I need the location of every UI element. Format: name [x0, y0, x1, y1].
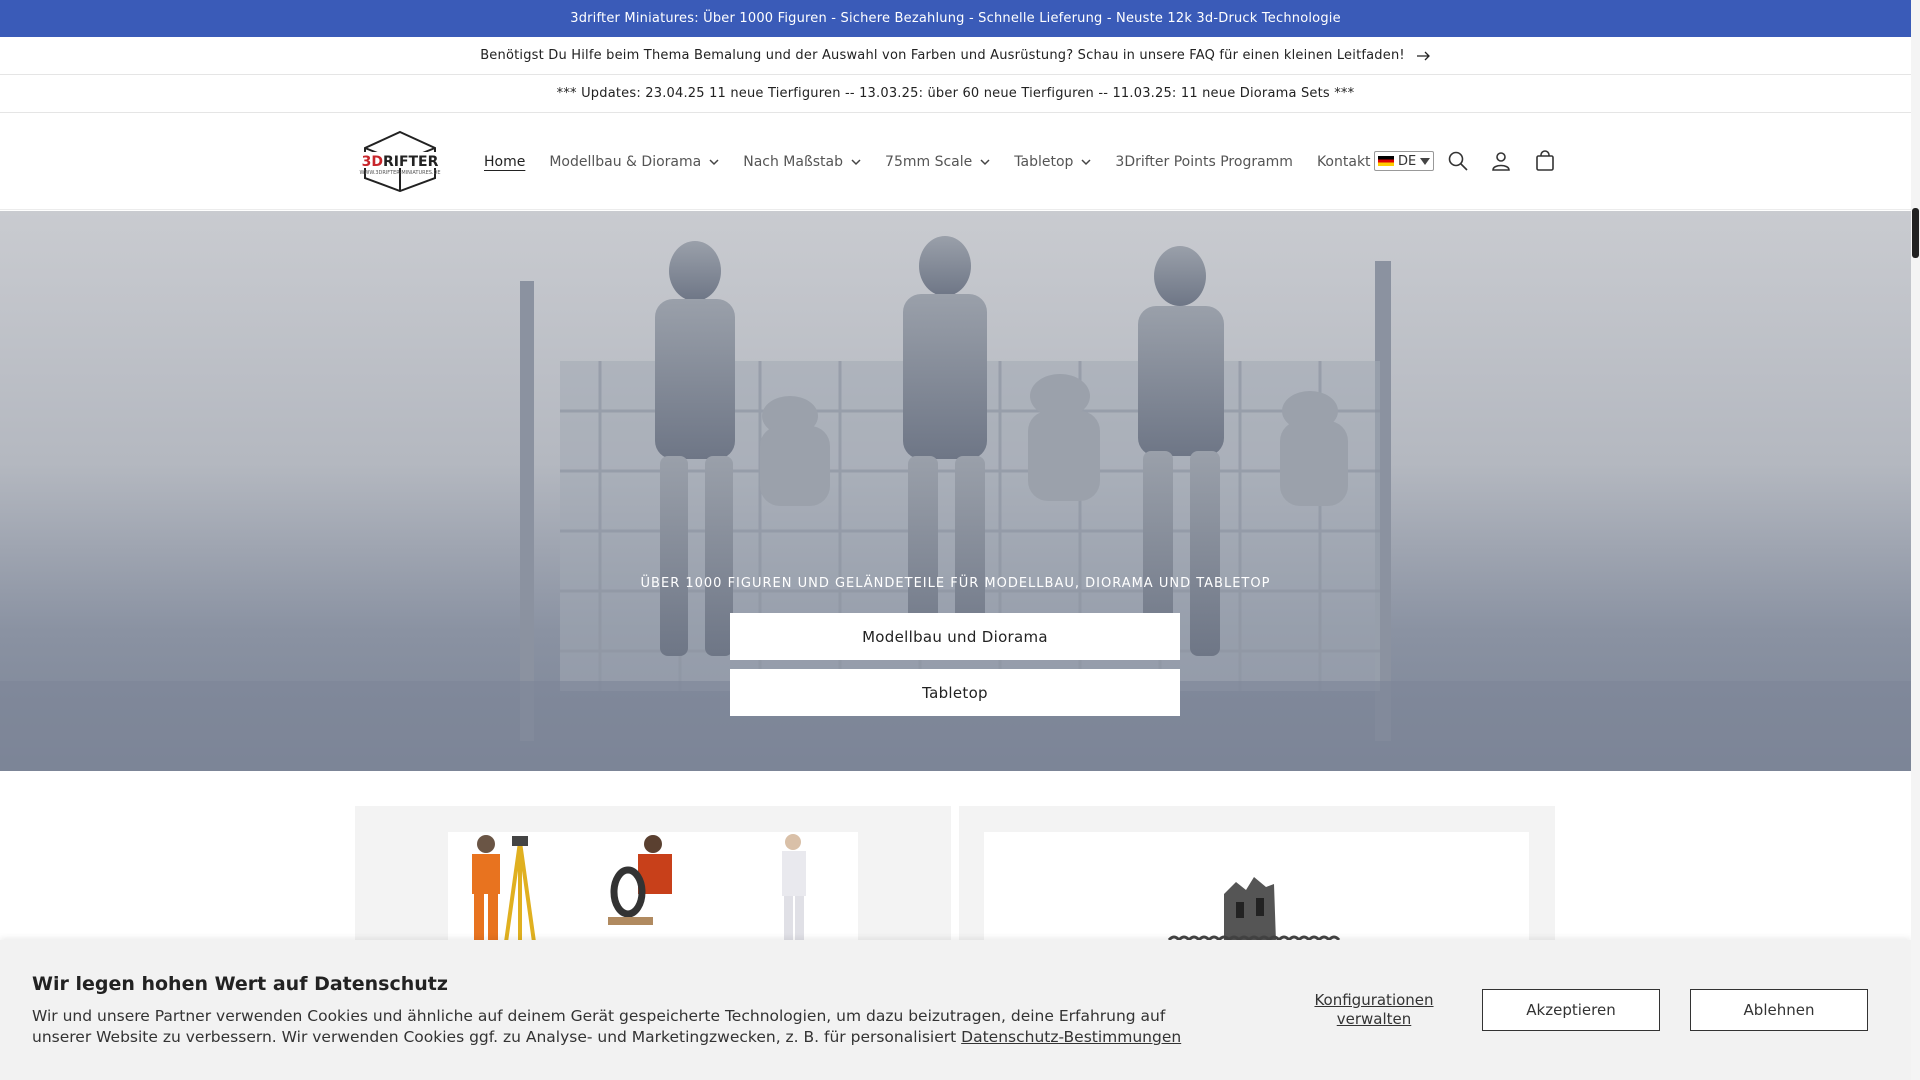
german-flag-icon [1378, 156, 1394, 166]
nav-item-kontakt[interactable]: Kontakt [1305, 142, 1383, 182]
account-icon [1492, 152, 1510, 171]
site-header: 3DRIFTER WWW.3DRIFTER-MINIATURES.DE Home… [0, 113, 1911, 210]
cookie-title: Wir legen hohen Wert auf Datenschutz [32, 973, 448, 995]
main-navigation: Home Modellbau & Diorama Nach Maßstab 75… [472, 113, 1383, 210]
nav-item-home[interactable]: Home [472, 142, 537, 182]
nav-label: Kontakt [1316, 153, 1371, 170]
announcement-bar-faq[interactable]: Benötigst Du Hilfe beim Thema Bemalung u… [0, 37, 1911, 75]
announcement-bar-top: 3drifter Miniatures: Über 1000 Figuren -… [0, 0, 1911, 37]
scrollbar-thumb[interactable] [1912, 208, 1919, 258]
logo-wordmark: 3DRIFTER [355, 154, 445, 170]
page: 3drifter Miniatures: Über 1000 Figuren -… [0, 0, 1911, 1080]
config-label-line2: verwalten [1336, 1010, 1412, 1028]
announcement-bar-updates: *** Updates: 23.04.25 11 neue Tierfigure… [0, 75, 1911, 113]
nav-label: Modellbau & Diorama [549, 153, 702, 170]
cart-icon [1536, 150, 1554, 171]
nav-label: 3Drifter Points Programm [1115, 153, 1293, 170]
logo-wordmark-red: 3D [361, 154, 383, 170]
language-selector[interactable]: DE [1374, 151, 1434, 171]
nav-label: 75mm Scale [885, 153, 973, 170]
arrow-right-icon [1416, 51, 1430, 60]
logo-wordmark-rest: RIFTER [382, 154, 439, 170]
nav-item-75mm-scale[interactable]: 75mm Scale [873, 142, 1002, 182]
nav-item-points-programm[interactable]: 3Drifter Points Programm [1103, 142, 1305, 182]
cookie-description: Wir und unsere Partner verwenden Cookies… [32, 1006, 1212, 1048]
config-label-line1: Konfigurationen [1314, 991, 1434, 1009]
chevron-down-icon [1081, 158, 1091, 165]
nav-label: Tabletop [1014, 153, 1074, 170]
caret-down-icon [1420, 157, 1431, 165]
nav-label: Home [484, 153, 526, 170]
reject-cookies-button[interactable]: Ablehnen [1690, 989, 1868, 1031]
announcement-text: 3drifter Miniatures: Über 1000 Figuren -… [570, 11, 1341, 26]
tabletop-button[interactable]: Tabletop [730, 669, 1180, 716]
manage-configurations-link[interactable]: Konfigurationen verwalten [1300, 991, 1448, 1029]
account-button[interactable] [1487, 147, 1515, 175]
search-icon [1448, 151, 1468, 171]
chevron-down-icon [851, 158, 861, 165]
chevron-down-icon [709, 158, 719, 165]
hero-caption: ÜBER 1000 FIGUREN UND GELÄNDETEILE FÜR M… [640, 576, 1271, 591]
modellbau-diorama-button[interactable]: Modellbau und Diorama [730, 613, 1180, 660]
hero-banner: ÜBER 1000 FIGUREN UND GELÄNDETEILE FÜR M… [0, 211, 1911, 771]
accept-cookies-button[interactable]: Akzeptieren [1482, 989, 1660, 1031]
cart-button[interactable] [1531, 147, 1559, 175]
page-scrollbar[interactable] [1911, 0, 1920, 1080]
cookie-consent-banner: Wir legen hohen Wert auf Datenschutz Wir… [0, 940, 1911, 1080]
language-code: DE [1398, 153, 1417, 169]
nav-item-modellbau-diorama[interactable]: Modellbau & Diorama [537, 142, 731, 182]
search-button[interactable] [1444, 147, 1472, 175]
site-logo[interactable]: 3DRIFTER WWW.3DRIFTER-MINIATURES.DE [355, 130, 445, 192]
nav-label: Nach Maßstab [743, 153, 844, 170]
chevron-down-icon [980, 158, 990, 165]
nav-item-nach-massstab[interactable]: Nach Maßstab [731, 142, 873, 182]
nav-item-tabletop[interactable]: Tabletop [1002, 142, 1103, 182]
privacy-policy-link[interactable]: Datenschutz-Bestimmungen [961, 1028, 1181, 1046]
faq-announcement-text[interactable]: Benötigst Du Hilfe beim Thema Bemalung u… [480, 48, 1405, 63]
updates-announcement-text: *** Updates: 23.04.25 11 neue Tierfigure… [556, 86, 1355, 101]
logo-subtitle: WWW.3DRIFTER-MINIATURES.DE [359, 170, 441, 176]
